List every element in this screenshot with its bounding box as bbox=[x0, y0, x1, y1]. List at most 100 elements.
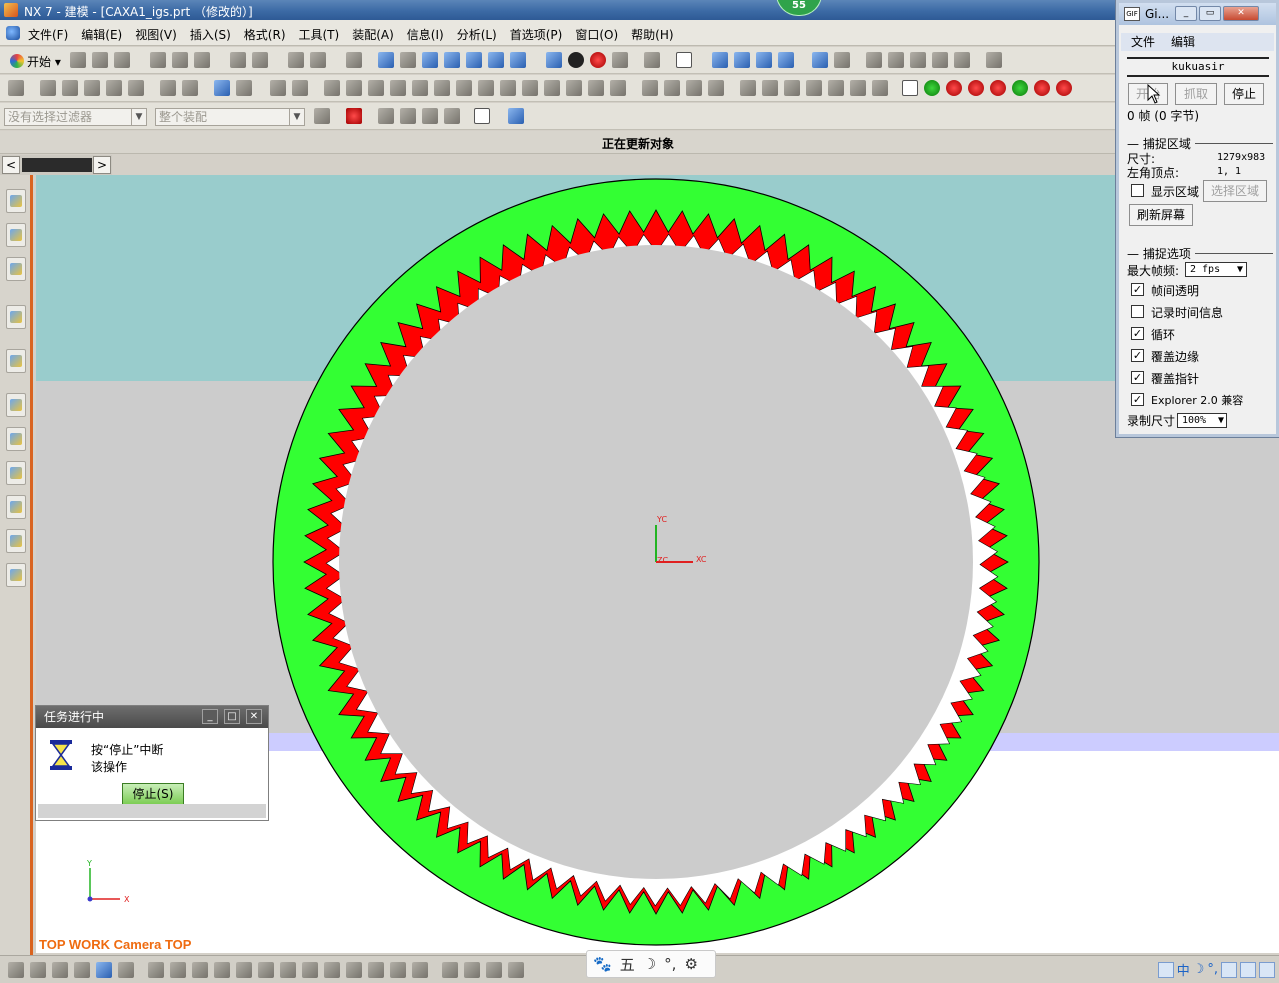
web-browser-icon[interactable] bbox=[6, 349, 26, 373]
maximize-button[interactable]: □ bbox=[224, 709, 240, 724]
menu-help[interactable]: 帮助(H) bbox=[631, 26, 673, 43]
scroll-left-button[interactable]: < bbox=[2, 156, 20, 174]
red-star-icon[interactable] bbox=[946, 80, 962, 96]
opt-record-time-checkbox[interactable] bbox=[1131, 305, 1144, 318]
minimize-button[interactable]: _ bbox=[202, 709, 218, 724]
save-icon[interactable] bbox=[114, 52, 130, 68]
menu-file[interactable]: 文件(F) bbox=[28, 26, 68, 43]
zoom-window-icon[interactable] bbox=[400, 52, 416, 68]
opt-cover-edge-checkbox[interactable]: ✓ bbox=[1131, 349, 1144, 362]
measure-length-icon[interactable] bbox=[910, 52, 926, 68]
menu-info[interactable]: 信息(I) bbox=[407, 26, 444, 43]
pocket-icon[interactable] bbox=[128, 80, 144, 96]
bottom-tool-6-icon[interactable] bbox=[118, 962, 134, 978]
select-face-icon[interactable] bbox=[378, 108, 394, 124]
graphics-window[interactable]: YC XC ZC Y X TOP WORK Camera TOP bbox=[36, 175, 1279, 953]
opt-transparent-checkbox[interactable]: ✓ bbox=[1131, 283, 1144, 296]
bottom-tool-14-icon[interactable] bbox=[302, 962, 318, 978]
bottom-tool-1-icon[interactable] bbox=[8, 962, 24, 978]
edge-blend-icon[interactable] bbox=[390, 80, 406, 96]
select-feature-icon[interactable] bbox=[422, 108, 438, 124]
datum-plane-icon[interactable] bbox=[270, 80, 286, 96]
draft-icon[interactable] bbox=[456, 80, 472, 96]
refresh-screen-button[interactable]: 刷新屏幕 bbox=[1129, 204, 1193, 226]
drawing-icon[interactable] bbox=[902, 80, 918, 96]
datum-axis-icon[interactable] bbox=[292, 80, 308, 96]
project-curve-icon[interactable] bbox=[762, 80, 778, 96]
punctuation-icon[interactable]: °, bbox=[1207, 962, 1218, 977]
system-materials-icon[interactable] bbox=[6, 427, 26, 451]
menu-window[interactable]: 窗口(O) bbox=[575, 26, 618, 43]
curve-icon[interactable] bbox=[642, 80, 658, 96]
paw-icon[interactable]: 🐾 bbox=[593, 955, 612, 973]
background-icon[interactable] bbox=[676, 52, 692, 68]
scroll-right-button[interactable]: > bbox=[93, 156, 111, 174]
menu-view[interactable]: 视图(V) bbox=[135, 26, 177, 43]
zoom-icon[interactable] bbox=[422, 52, 438, 68]
opt-loop-checkbox[interactable]: ✓ bbox=[1131, 327, 1144, 340]
keyboard-icon[interactable] bbox=[1221, 961, 1237, 978]
block-icon[interactable] bbox=[160, 80, 176, 96]
red-pipe-icon[interactable] bbox=[1056, 80, 1072, 96]
bottom-tool-3-icon[interactable] bbox=[52, 962, 68, 978]
user-icon[interactable] bbox=[1240, 961, 1256, 978]
spline-icon[interactable] bbox=[708, 80, 724, 96]
opt-cover-pointer-checkbox[interactable]: ✓ bbox=[1131, 371, 1144, 384]
boss-icon[interactable] bbox=[106, 80, 122, 96]
join-curve-icon[interactable] bbox=[828, 80, 844, 96]
constraint-navigator-icon[interactable] bbox=[6, 223, 26, 247]
notification-badge[interactable]: 55 bbox=[776, 0, 822, 16]
menu-insert[interactable]: 插入(S) bbox=[190, 26, 231, 43]
system-scenes-icon[interactable] bbox=[6, 563, 26, 587]
punctuation-icon[interactable]: °, bbox=[664, 955, 676, 973]
bridge-curve-icon[interactable] bbox=[806, 80, 822, 96]
measure-distance-icon[interactable] bbox=[866, 52, 882, 68]
fit-icon[interactable] bbox=[378, 52, 394, 68]
view-orient-icon[interactable] bbox=[612, 52, 628, 68]
bottom-tool-11-icon[interactable] bbox=[236, 962, 252, 978]
bottom-tool-23-icon[interactable] bbox=[508, 962, 524, 978]
sketch-icon[interactable] bbox=[8, 80, 24, 96]
rotate-icon[interactable] bbox=[466, 52, 482, 68]
gif-capture-button[interactable]: 抓取 bbox=[1175, 83, 1217, 105]
measure-angle-icon[interactable] bbox=[888, 52, 904, 68]
pattern-icon[interactable] bbox=[544, 80, 560, 96]
reuse-library-icon[interactable] bbox=[6, 305, 26, 329]
subtract-icon[interactable] bbox=[346, 80, 362, 96]
bottom-tool-7-icon[interactable] bbox=[148, 962, 164, 978]
shading-icon[interactable] bbox=[568, 52, 584, 68]
tools-icon[interactable] bbox=[1259, 961, 1275, 978]
gif-menu-edit[interactable]: 编辑 bbox=[1171, 33, 1195, 51]
analysis-icon[interactable] bbox=[986, 52, 1002, 68]
open-icon[interactable] bbox=[92, 52, 108, 68]
type-filter-select[interactable]: 没有选择过滤器 ▼ bbox=[4, 108, 147, 126]
gif-stop-button[interactable]: 停止 bbox=[1224, 83, 1264, 105]
bottom-tool-17-icon[interactable] bbox=[368, 962, 384, 978]
pan-icon[interactable] bbox=[488, 52, 504, 68]
manufacturing-wizard-icon[interactable] bbox=[6, 495, 26, 519]
zoom-in-icon[interactable] bbox=[444, 52, 460, 68]
bottom-tool-20-icon[interactable] bbox=[442, 962, 458, 978]
wcs-orient-icon[interactable] bbox=[778, 52, 794, 68]
bottom-tool-21-icon[interactable] bbox=[464, 962, 480, 978]
menu-preferences[interactable]: 首选项(P) bbox=[510, 26, 563, 43]
restore-button[interactable]: ▭ bbox=[1199, 6, 1221, 21]
perspective-icon[interactable] bbox=[510, 52, 526, 68]
stop-button[interactable]: 停止(S) bbox=[122, 783, 184, 805]
bottom-tool-12-icon[interactable] bbox=[258, 962, 274, 978]
ime-chinese-indicator[interactable]: 中 bbox=[1177, 960, 1190, 979]
split-body-icon[interactable] bbox=[500, 80, 516, 96]
component-icon[interactable] bbox=[236, 80, 252, 96]
bottom-tool-13-icon[interactable] bbox=[280, 962, 296, 978]
select-icon[interactable] bbox=[346, 52, 362, 68]
scroll-track[interactable] bbox=[22, 158, 92, 172]
assembly-scope-select[interactable]: 整个装配 ▼ bbox=[155, 108, 305, 126]
select-edge-icon[interactable] bbox=[444, 108, 460, 124]
redo-icon[interactable] bbox=[252, 52, 268, 68]
red-cube-icon[interactable] bbox=[968, 80, 984, 96]
gif-menu-file[interactable]: 文件 bbox=[1131, 33, 1155, 51]
bottom-tool-19-icon[interactable] bbox=[412, 962, 428, 978]
layer-icon[interactable] bbox=[644, 52, 660, 68]
menu-tools[interactable]: 工具(T) bbox=[299, 26, 340, 43]
face-analysis-icon[interactable] bbox=[590, 52, 606, 68]
